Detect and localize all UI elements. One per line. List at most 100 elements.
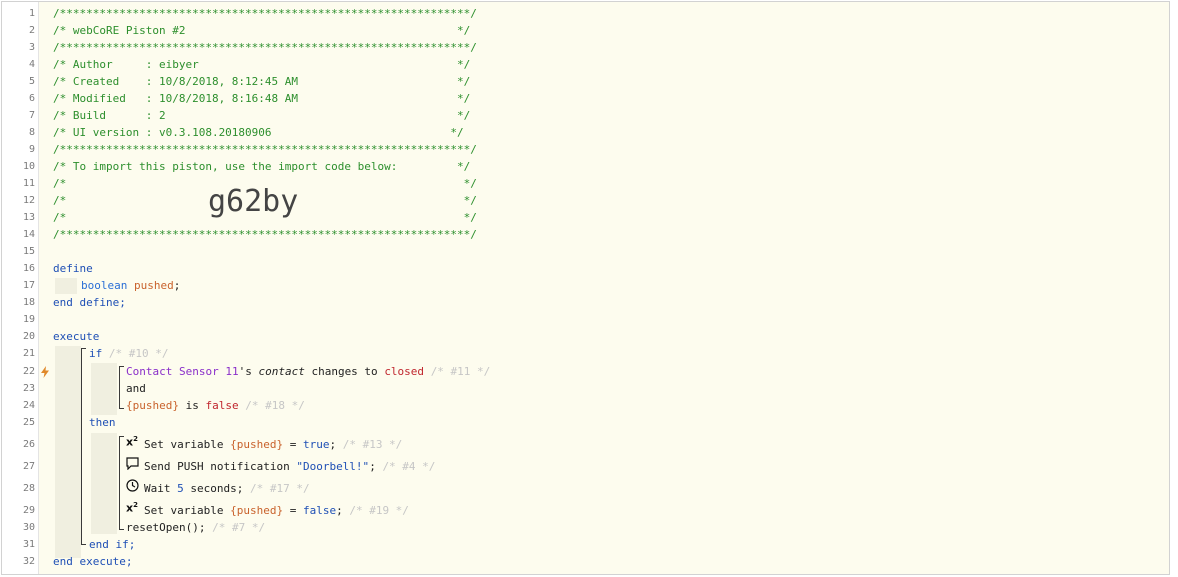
- then-keyword: then: [89, 416, 116, 429]
- send-push-label: Send PUSH notification: [144, 460, 297, 473]
- function-call: resetOpen();: [126, 521, 206, 534]
- value-false: false: [205, 399, 239, 412]
- value-false: false: [302, 504, 337, 517]
- line-number: 29: [22, 505, 35, 516]
- header-stars: /***************************************…: [53, 143, 477, 156]
- variable-declaration[interactable]: boolean pushed;: [81, 277, 180, 294]
- send-push-statement[interactable]: Send PUSH notification "Doorbell!"; /* #…: [144, 458, 435, 475]
- line-number: 10: [22, 161, 35, 172]
- line-number: 32: [22, 556, 35, 567]
- line-number: 24: [22, 400, 35, 411]
- condition-comment: /* #18 */: [245, 399, 305, 412]
- line-number: 21: [22, 348, 35, 359]
- line-number: 7: [28, 110, 35, 121]
- line-number: 8: [28, 127, 35, 138]
- line-number: 3: [28, 42, 35, 53]
- if-comment: /* #10 */: [108, 347, 169, 360]
- line-number: 13: [22, 212, 35, 223]
- line-number: 16: [22, 263, 35, 274]
- line-number: 19: [22, 314, 35, 325]
- header-author: /* Author : eibyer */: [53, 58, 471, 71]
- indent-shade: [55, 278, 77, 294]
- indent-shade: [91, 433, 117, 534]
- variable-pushed: {pushed}: [126, 399, 179, 412]
- line-number: 30: [22, 522, 35, 533]
- variable-condition[interactable]: {pushed} is false /* #18 */: [126, 397, 305, 414]
- variable-x-squared-icon: x2: [126, 501, 138, 515]
- line-number: 18: [22, 297, 35, 308]
- trigger-condition[interactable]: Contact Sensor 11's contact changes to c…: [126, 363, 490, 380]
- if-bracket-top: [81, 348, 86, 349]
- condition-bracket: [119, 366, 120, 409]
- attribute-name: contact: [258, 365, 305, 378]
- piston-code-editor: 1 2 3 4 5 6 7 8 9 10 11 12 13 14 15 16 17 18 19 20 21 22 23 24 2…: [1, 1, 1170, 575]
- header-title: /* webCoRE Piston #2 */: [53, 24, 471, 37]
- wait-statement[interactable]: Wait 5 seconds; /* #17 */: [144, 480, 310, 497]
- end-if-keyword: end if;: [89, 538, 136, 551]
- import-code[interactable]: g62by: [208, 184, 298, 220]
- header-build: /* Build : 2 */: [53, 109, 471, 122]
- statement-comment: /* #4 */: [382, 460, 436, 473]
- then-bracket-top: [119, 436, 124, 437]
- line-number: 2: [28, 25, 35, 36]
- header-stars: /***************************************…: [53, 7, 477, 20]
- line-number: 12: [22, 195, 35, 206]
- variable-pushed: {pushed}: [230, 504, 284, 517]
- condition-bracket-bottom: [119, 408, 124, 409]
- indent-shade: [55, 346, 81, 558]
- line-number: 27: [22, 461, 35, 472]
- if-statement[interactable]: if /* #10 */: [89, 345, 168, 362]
- statement-comment: /* #19 */: [349, 504, 409, 517]
- line-number: 14: [22, 229, 35, 240]
- line-number: 11: [22, 178, 35, 189]
- lightning-bolt-icon: [41, 366, 49, 381]
- reset-open-statement[interactable]: resetOpen(); /* #7 */: [126, 519, 265, 536]
- line-number: 4: [28, 59, 35, 70]
- condition-comment: /* #11 */: [430, 365, 491, 378]
- line-number-gutter: 1 2 3 4 5 6 7 8 9 10 11 12 13 14 15 16 17 18 19 20 21 22 23 24 2…: [2, 2, 39, 574]
- possessive: 's: [238, 365, 259, 378]
- line-number: 25: [22, 417, 35, 428]
- value-closed: closed: [384, 365, 425, 378]
- speech-bubble-icon: [126, 457, 139, 473]
- header-import-note: /* To import this piston, use the import…: [53, 160, 471, 173]
- equals-sign: =: [283, 504, 303, 517]
- line-number: 23: [22, 383, 35, 394]
- semicolon: ;: [173, 279, 181, 292]
- end-execute-keyword: end execute;: [53, 555, 133, 568]
- set-variable-false-statement[interactable]: Set variable {pushed} = false; /* #19 */: [144, 502, 409, 519]
- execute-keyword: execute: [53, 330, 100, 343]
- line-number: 1: [28, 8, 35, 19]
- line-number: 6: [28, 93, 35, 104]
- comparison-operator: changes to: [304, 365, 385, 378]
- header-stars: /***************************************…: [53, 41, 477, 54]
- type-boolean: boolean: [81, 279, 128, 292]
- line-number: 31: [22, 539, 35, 550]
- semicolon: ;: [336, 504, 343, 517]
- wait-label: Wait: [144, 482, 178, 495]
- line-number: 26: [22, 439, 35, 450]
- logical-operator-and[interactable]: and: [126, 380, 146, 397]
- header-ui-version: /* UI version : v0.3.108.20180906 */: [53, 126, 464, 139]
- equals-sign: =: [283, 438, 303, 451]
- wait-duration: 5: [177, 482, 184, 495]
- semicolon: ;: [369, 460, 376, 473]
- line-number: 22: [22, 366, 35, 377]
- statement-comment: /* #17 */: [249, 482, 310, 495]
- then-bracket-bottom: [119, 529, 124, 530]
- line-number: 5: [28, 76, 35, 87]
- line-number: 28: [22, 483, 35, 494]
- then-bracket: [119, 436, 120, 529]
- clock-icon: [126, 479, 139, 495]
- header-modified: /* Modified : 10/8/2018, 8:16:48 AM */: [53, 92, 471, 105]
- define-keyword: define: [53, 262, 93, 275]
- device-name: Contact Sensor 11: [126, 365, 239, 378]
- line-number: 9: [28, 144, 35, 155]
- set-variable-true-statement[interactable]: Set variable {pushed} = true; /* #13 */: [144, 436, 402, 453]
- push-message: "Doorbell!": [296, 460, 370, 473]
- if-bracket: [81, 348, 82, 544]
- semicolon: ;: [329, 438, 337, 451]
- line-number: 15: [22, 246, 35, 257]
- set-variable-label: Set variable: [144, 504, 231, 517]
- is-operator: is: [178, 399, 206, 412]
